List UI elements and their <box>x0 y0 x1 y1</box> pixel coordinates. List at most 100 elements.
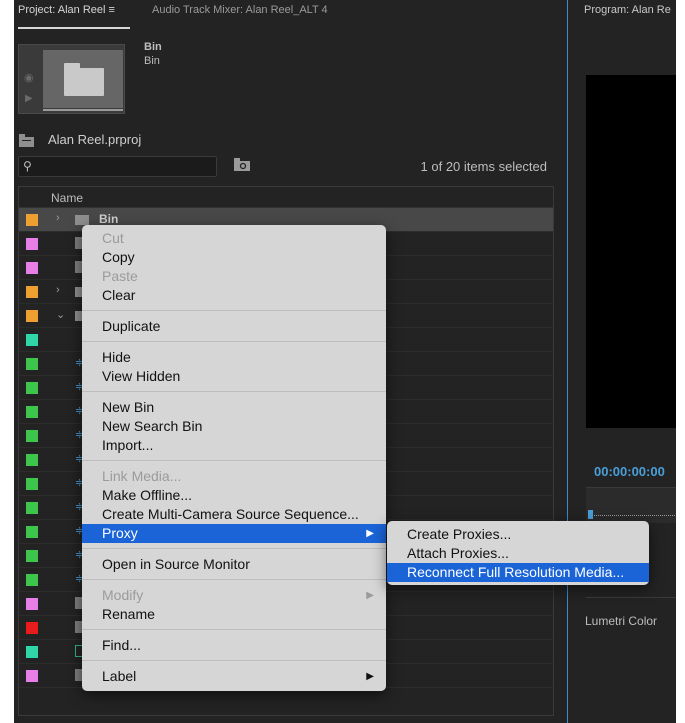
project-name: Alan Reel.prproj <box>48 132 142 147</box>
menu-item-label: Hide <box>102 349 131 365</box>
menu-item-label: Link Media... <box>102 468 182 484</box>
time-ruler-ticks <box>590 515 676 519</box>
search-input[interactable] <box>39 158 209 175</box>
preview-thumbnail: ◉ ▶ <box>18 44 125 114</box>
label-color-swatch[interactable] <box>26 262 38 274</box>
menu-item-view-hidden[interactable]: View Hidden <box>82 367 386 386</box>
menu-item-rename[interactable]: Rename <box>82 605 386 624</box>
menu-item-proxy[interactable]: Proxy ▶ <box>82 524 386 543</box>
submenu-arrow-icon: ▶ <box>366 671 374 682</box>
preview-item-type: Bin <box>144 55 160 67</box>
program-monitor-panel: Program: Alan Re 00:00:00:00 Lumetri Col… <box>567 0 676 723</box>
menu-item-find[interactable]: Find... <box>82 636 386 655</box>
disclosure-expanded-icon[interactable]: ⌄ <box>56 308 65 321</box>
menu-item-label: Rename <box>102 606 155 622</box>
menu-item-new-search-bin[interactable]: New Search Bin <box>82 417 386 436</box>
proxy-submenu: Create Proxies... Attach Proxies... Reconn… <box>387 521 649 585</box>
camera-icon[interactable]: ◉ <box>24 71 34 84</box>
menu-item-open-in-source-monitor[interactable]: Open in Source Monitor <box>82 555 386 574</box>
menu-item-cut: Cut <box>82 229 386 248</box>
menu-item-label: Import... <box>102 437 154 453</box>
label-color-swatch[interactable] <box>26 646 38 658</box>
tab-program-monitor[interactable]: Program: Alan Re <box>584 4 671 16</box>
label-color-swatch[interactable] <box>26 286 38 298</box>
search-field[interactable]: ⚲ <box>18 156 217 177</box>
submenu-item-create-proxies[interactable]: Create Proxies... <box>387 525 649 544</box>
menu-item-label: Find... <box>102 637 141 653</box>
menu-item-clear[interactable]: Clear <box>82 286 386 305</box>
menu-separator <box>82 305 386 317</box>
menu-item-label: Reconnect Full Resolution Media... <box>407 564 625 580</box>
context-menu: Cut Copy Paste Clear Duplicate Hide View Hidde… <box>82 225 386 691</box>
disclosure-collapsed-icon[interactable]: › <box>56 212 60 224</box>
label-color-swatch[interactable] <box>26 478 38 490</box>
play-icon[interactable]: ▶ <box>25 93 33 104</box>
menu-separator <box>82 574 386 586</box>
label-color-swatch[interactable] <box>26 574 38 586</box>
label-color-swatch[interactable] <box>26 238 38 250</box>
menu-item-make-offline[interactable]: Make Offline... <box>82 486 386 505</box>
label-color-swatch[interactable] <box>26 598 38 610</box>
label-color-swatch[interactable] <box>26 214 38 226</box>
menu-separator <box>82 336 386 348</box>
menu-item-label: Modify <box>102 587 144 603</box>
search-icon: ⚲ <box>23 159 32 173</box>
label-color-swatch[interactable] <box>26 406 38 418</box>
menu-item-copy[interactable]: Copy <box>82 248 386 267</box>
label-color-swatch[interactable] <box>26 310 38 322</box>
menu-item-label: Create Proxies... <box>407 526 512 542</box>
menu-item-label: Attach Proxies... <box>407 545 509 561</box>
time-ruler[interactable] <box>586 487 676 523</box>
menu-item-label: Copy <box>102 249 135 265</box>
menu-item-label: Paste <box>102 268 138 284</box>
tab-project[interactable]: Project: Alan Reel ≡ <box>18 4 115 16</box>
playhead-timecode[interactable]: 00:00:00:00 <box>594 464 665 479</box>
menu-separator <box>82 386 386 398</box>
menu-item-duplicate[interactable]: Duplicate <box>82 317 386 336</box>
list-item-label: Bin <box>99 212 119 226</box>
menu-item-label: Duplicate <box>102 318 161 334</box>
playhead-marker[interactable] <box>588 510 593 519</box>
program-monitor-viewport <box>586 75 676 428</box>
menu-item-import[interactable]: Import... <box>82 436 386 455</box>
menu-item-label: Create Multi-Camera Source Sequence... <box>102 506 359 522</box>
label-color-swatch[interactable] <box>26 454 38 466</box>
label-color-swatch[interactable] <box>26 502 38 514</box>
menu-item-label: Clear <box>102 287 136 303</box>
tab-audio-track-mixer[interactable]: Audio Track Mixer: Alan Reel_ALT 4 <box>152 4 328 16</box>
folder-icon <box>64 68 104 96</box>
tab-lumetri-color[interactable]: Lumetri Color <box>585 614 657 628</box>
label-color-swatch[interactable] <box>26 670 38 682</box>
new-search-bin-icon[interactable] <box>234 158 250 171</box>
label-color-swatch[interactable] <box>26 622 38 634</box>
menu-item-new-bin[interactable]: New Bin <box>82 398 386 417</box>
menu-item-label: New Bin <box>102 399 155 415</box>
label-color-swatch[interactable] <box>26 382 38 394</box>
menu-separator <box>82 624 386 636</box>
label-color-swatch[interactable] <box>26 430 38 442</box>
menu-item-label: Make Offline... <box>102 487 193 503</box>
submenu-item-attach-proxies[interactable]: Attach Proxies... <box>387 544 649 563</box>
submenu-item-reconnect-full-resolution-media[interactable]: Reconnect Full Resolution Media... <box>387 563 649 582</box>
menu-item-paste: Paste <box>82 267 386 286</box>
menu-item-create-multi-camera-source-sequence[interactable]: Create Multi-Camera Source Sequence... <box>82 505 386 524</box>
label-color-swatch[interactable] <box>26 358 38 370</box>
menu-item-modify: Modify ▶ <box>82 586 386 605</box>
menu-separator <box>82 543 386 555</box>
column-header-name[interactable]: Name <box>51 191 83 205</box>
label-color-swatch[interactable] <box>26 550 38 562</box>
bin-folder-icon <box>75 215 89 225</box>
project-file-icon <box>19 134 34 147</box>
label-color-swatch[interactable] <box>26 526 38 538</box>
menu-item-label: Cut <box>102 230 124 246</box>
thumbnail-scrubber[interactable] <box>43 109 123 111</box>
menu-item-hide[interactable]: Hide <box>82 348 386 367</box>
menu-item-label[interactable]: Label ▶ <box>82 667 386 686</box>
thumbnail-image <box>43 50 123 108</box>
submenu-arrow-icon: ▶ <box>366 590 374 601</box>
menu-item-label: View Hidden <box>102 368 181 384</box>
menu-separator <box>82 655 386 667</box>
items-selected-count: 1 of 20 items selected <box>420 159 547 174</box>
label-color-swatch[interactable] <box>26 334 38 346</box>
disclosure-collapsed-icon[interactable]: › <box>56 284 60 296</box>
